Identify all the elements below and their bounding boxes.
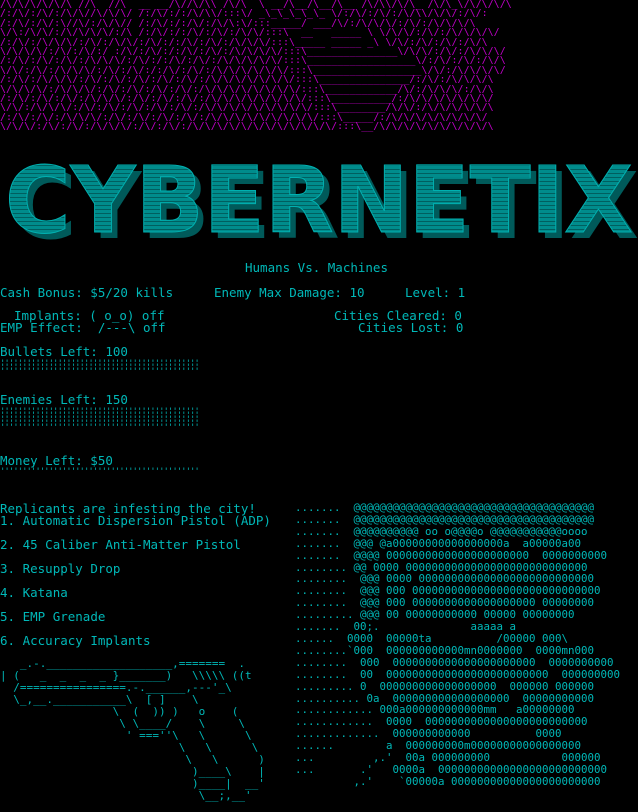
- cash-bonus-text: Cash Bonus: $5/20 kills: [0, 285, 174, 300]
- menu-item-number: 6.: [0, 633, 16, 648]
- menu-item-resupply-drop[interactable]: 3. Resupply Drop: [0, 562, 120, 575]
- enemy-max-damage-text: Enemy Max Damage: 10: [214, 285, 365, 300]
- logo-svg: CYBERNETIX CYBERNETIX: [5, 147, 638, 261]
- city-ascii-art: ....... @@@@@@@@@@@@@@@@@@@@@@@@@@@@@@@@…: [295, 502, 621, 788]
- bullets-gauge: ''''''''''''''''''''''''''''''''''''''''…: [0, 358, 198, 376]
- title-banner-art: /\/\/\/\/\/\ //\ //\ __ __/\//\/\\ /\/\ …: [0, 0, 638, 140]
- menu-item-number: 1.: [0, 513, 16, 528]
- money-gauge: ''''''''''''''''''''''''''''''''''''''''…: [0, 466, 198, 474]
- logo-text: CYBERNETIX: [5, 150, 633, 246]
- menu-item-label: Automatic Dispersion Pistol (ADP): [22, 513, 271, 528]
- emp-effect-status: EMP Effect: /---\ off: [0, 320, 166, 335]
- enemies-gauge: ''''''''''''''''''''''''''''''''''''''''…: [0, 406, 198, 433]
- menu-item-number: 4.: [0, 585, 16, 600]
- menu-item-number: 5.: [0, 609, 16, 624]
- menu-item-label: Accuracy Implants: [22, 633, 151, 648]
- menu-item-label: 45 Caliber Anti-Matter Pistol: [22, 537, 241, 552]
- menu-item-number: 3.: [0, 561, 16, 576]
- menu-item-label: EMP Grenade: [22, 609, 106, 624]
- cities-lost-text: Cities Lost: 0: [358, 320, 464, 335]
- menu-item-katana[interactable]: 4. Katana: [0, 586, 68, 599]
- menu-item-anti-matter-pistol[interactable]: 2. 45 Caliber Anti-Matter Pistol: [0, 538, 241, 551]
- game-subtitle: Humans Vs. Machines: [245, 260, 388, 275]
- bullets-left-text: Bullets Left: 100: [0, 344, 128, 359]
- menu-item-emp-grenade[interactable]: 5. EMP Grenade: [0, 610, 105, 623]
- enemies-left-text: Enemies Left: 150: [0, 392, 128, 407]
- menu-item-label: Katana: [22, 585, 68, 600]
- pistol-ascii-art: _.-.___________________,======= . | ( _ …: [0, 657, 265, 802]
- menu-item-number: 2.: [0, 537, 16, 552]
- banner-ascii: /\/\/\/\/\/\ //\ //\ __ __/\//\/\\ /\/\ …: [0, 0, 512, 133]
- menu-item-adp[interactable]: 1. Automatic Dispersion Pistol (ADP): [0, 514, 271, 527]
- level-text: Level: 1: [405, 285, 466, 300]
- menu-item-label: Resupply Drop: [22, 561, 121, 576]
- menu-item-accuracy-implants[interactable]: 6. Accuracy Implants: [0, 634, 151, 647]
- game-logo: CYBERNETIX CYBERNETIX: [0, 147, 638, 261]
